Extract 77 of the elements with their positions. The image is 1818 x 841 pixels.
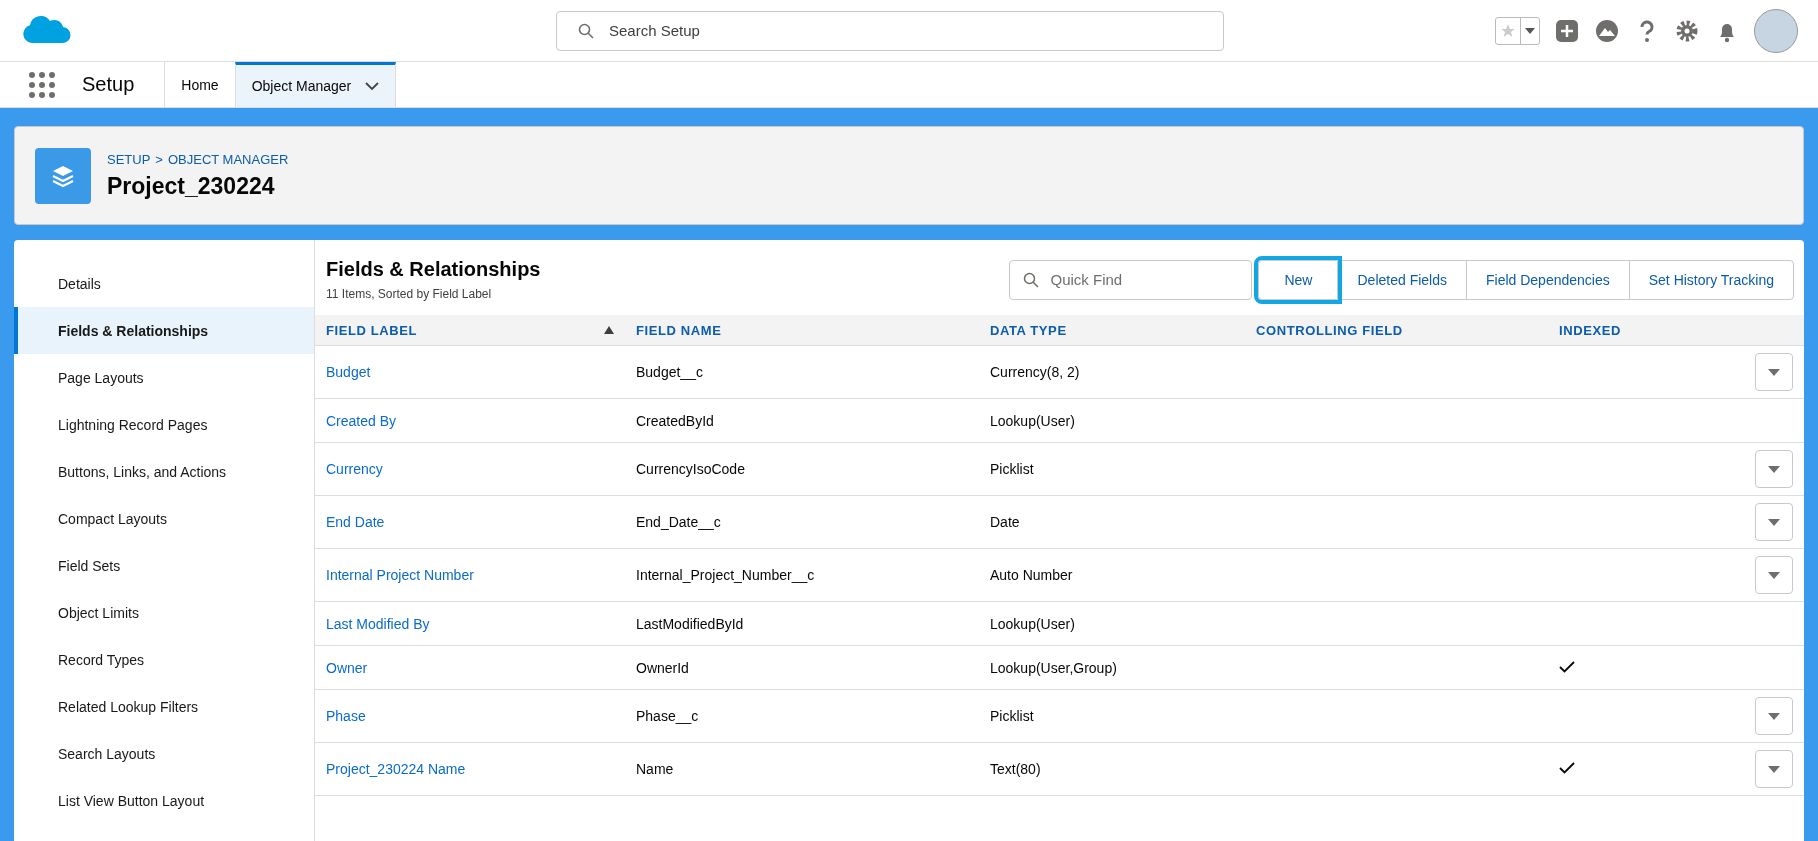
column-header[interactable]: FIELD LABEL bbox=[326, 322, 418, 338]
mountain-icon[interactable] bbox=[1594, 17, 1620, 44]
sidebar-item[interactable]: Related Lookup Filters bbox=[14, 683, 314, 730]
app-launcher-icon[interactable] bbox=[28, 70, 56, 99]
sidebar-item[interactable]: Lightning Record Pages bbox=[14, 401, 314, 448]
chevron-icon[interactable] bbox=[365, 81, 380, 91]
caret-icon bbox=[1768, 368, 1780, 376]
field-name: End_Date__c bbox=[636, 514, 721, 530]
field-label-link[interactable]: Created By bbox=[326, 412, 397, 429]
row-menu-button[interactable] bbox=[1755, 556, 1793, 594]
plus-icon[interactable] bbox=[1554, 17, 1580, 44]
field-label-link[interactable]: Internal Project Number bbox=[326, 567, 474, 583]
row-menu-button[interactable] bbox=[1755, 750, 1793, 788]
sidebar-item[interactable]: Page Layouts bbox=[14, 354, 314, 401]
field-name: LastModifiedById bbox=[636, 615, 744, 632]
caret-icon bbox=[1768, 571, 1780, 579]
sidebar-item[interactable]: Field Sets bbox=[14, 542, 314, 589]
caret-icon bbox=[1768, 712, 1780, 720]
field-name: Name bbox=[636, 761, 674, 777]
search-icon bbox=[1023, 271, 1040, 288]
column-header[interactable]: FIELD NAME bbox=[636, 322, 722, 338]
data-type: Currency(8, 2) bbox=[990, 364, 1080, 380]
data-type: Lookup(User,Group) bbox=[990, 659, 1117, 676]
sort-arrow-icon[interactable] bbox=[604, 326, 614, 334]
row-menu-button[interactable] bbox=[1755, 450, 1793, 488]
field-name: Phase__c bbox=[636, 708, 699, 724]
star-icon[interactable] bbox=[1500, 22, 1516, 39]
row-menu-button[interactable] bbox=[1755, 503, 1793, 541]
field-name: OwnerId bbox=[636, 659, 689, 676]
breadcrumb-link[interactable]: OBJECT MANAGER bbox=[167, 151, 289, 167]
sidebar-item[interactable]: Object Limits bbox=[14, 589, 314, 636]
favorites-button[interactable] bbox=[1495, 16, 1540, 45]
column-header[interactable]: DATA TYPE bbox=[990, 322, 1067, 338]
caret-icon bbox=[1768, 465, 1780, 473]
sidebar-item[interactable]: Search Layouts bbox=[14, 730, 314, 777]
field-name: Internal_Project_Number__c bbox=[636, 567, 815, 583]
search-icon bbox=[578, 22, 594, 39]
sidebar-item[interactable]: Record Types bbox=[14, 636, 314, 683]
sidebar-item[interactable]: Details bbox=[14, 260, 314, 307]
sidebar-item[interactable]: Buttons, Links, and Actions bbox=[14, 448, 314, 495]
data-type: Text(80) bbox=[990, 761, 1041, 777]
toolbar-button[interactable]: Set History Tracking bbox=[1628, 259, 1794, 300]
field-label-link[interactable]: Currency bbox=[326, 461, 383, 477]
caret-icon bbox=[1768, 518, 1780, 526]
app-name: Setup bbox=[82, 73, 135, 96]
toolbar-button[interactable]: Field Dependencies bbox=[1466, 259, 1630, 300]
row-menu-button[interactable] bbox=[1755, 353, 1793, 391]
field-label-link[interactable]: Project_230224 Name bbox=[326, 761, 466, 777]
caret-icon[interactable] bbox=[1525, 27, 1535, 34]
data-type: Picklist bbox=[990, 708, 1034, 724]
section-title: Fields & Relationships bbox=[326, 258, 541, 281]
data-type: Lookup(User) bbox=[990, 412, 1075, 429]
breadcrumb-separator: > bbox=[155, 151, 163, 167]
sidebar-item[interactable]: List View Button Layout bbox=[14, 777, 314, 824]
field-label-link[interactable]: End Date bbox=[326, 514, 385, 530]
field-label-link[interactable]: Budget bbox=[326, 364, 371, 380]
data-type: Date bbox=[990, 514, 1020, 530]
page-title: Project_230224 bbox=[107, 172, 276, 200]
sidebar-item[interactable]: Compact Layouts bbox=[14, 495, 314, 542]
item-count: 11 Items, Sorted by Field Label bbox=[326, 287, 493, 301]
search-field[interactable]: Search Setup bbox=[556, 10, 1224, 51]
field-name: CurrencyIsoCode bbox=[636, 461, 745, 477]
field-label-link[interactable]: Phase bbox=[326, 708, 366, 724]
field-name: CreatedById bbox=[636, 412, 714, 429]
nav-tab[interactable]: Object Manager bbox=[234, 62, 397, 107]
data-type: Lookup(User) bbox=[990, 615, 1075, 632]
sidebar-item[interactable]: Fields & Relationships bbox=[14, 307, 314, 354]
caret-icon bbox=[1768, 765, 1780, 773]
field-label-link[interactable]: Owner bbox=[326, 659, 368, 676]
field-name: Budget__c bbox=[636, 364, 703, 380]
data-type: Auto Number bbox=[990, 567, 1073, 583]
field-label-link[interactable]: Last Modified By bbox=[326, 615, 430, 632]
quick-find-field[interactable]: Quick Find bbox=[1009, 259, 1253, 300]
data-type: Picklist bbox=[990, 461, 1034, 477]
breadcrumb-link[interactable]: SETUP bbox=[107, 151, 151, 167]
layers-icon bbox=[35, 147, 91, 204]
row-menu-button[interactable] bbox=[1755, 697, 1793, 735]
